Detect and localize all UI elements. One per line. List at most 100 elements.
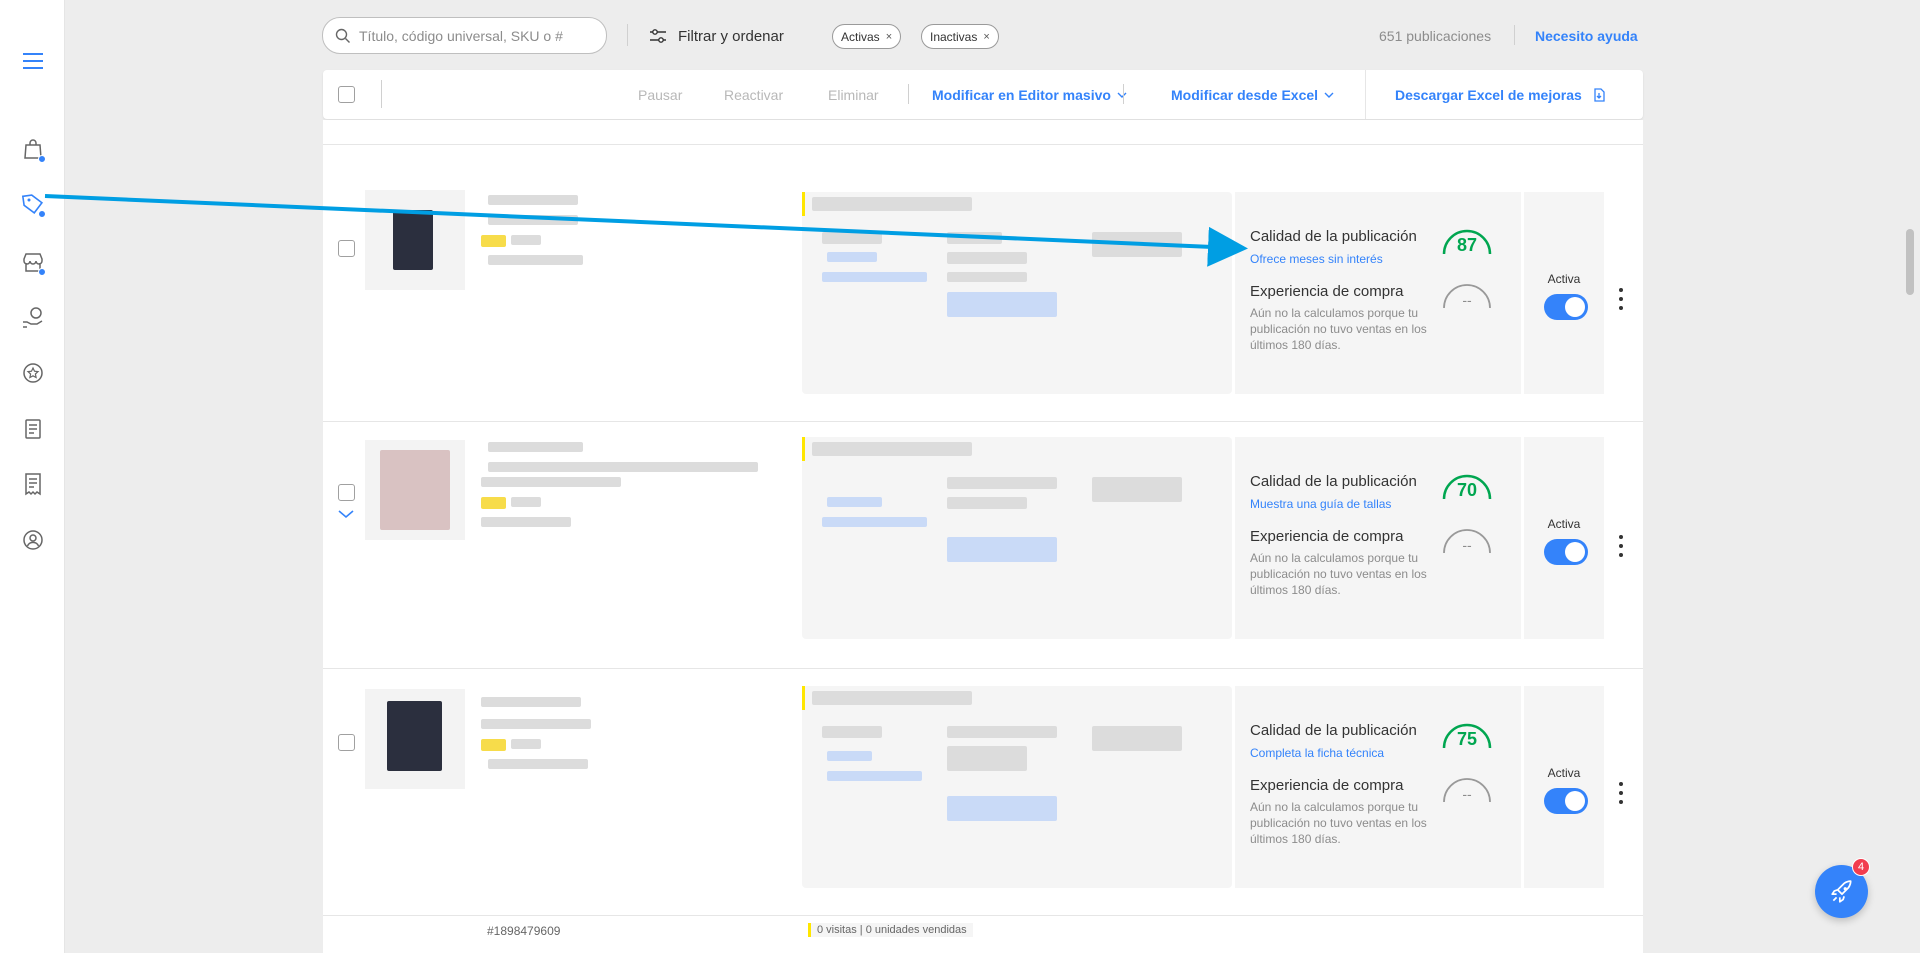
row-checkbox[interactable] [338, 484, 355, 501]
status-box: Activa [1524, 437, 1604, 639]
experience-description: Aún no la calculamos porque tu publicaci… [1250, 306, 1427, 352]
experience-score: -- [1462, 292, 1472, 308]
money-hand-icon[interactable] [19, 304, 47, 332]
experience-score: -- [1462, 537, 1472, 553]
listing-row: Calidad de la publicación Ofrece meses s… [323, 175, 1643, 422]
chip-label: Inactivas [930, 29, 978, 44]
listing-info-box [802, 686, 1232, 888]
notification-badge: 4 [1852, 858, 1870, 876]
active-toggle[interactable] [1544, 539, 1588, 565]
status-label: Activa [1547, 766, 1581, 780]
experience-title: Experiencia de compra [1250, 528, 1404, 545]
close-icon[interactable]: × [886, 31, 892, 43]
notification-dot [38, 155, 46, 163]
listing-id: #1898479609 [487, 924, 561, 938]
modify-from-excel-dropdown[interactable]: Modificar desde Excel [1171, 87, 1334, 103]
quality-score: 70 [1456, 480, 1478, 500]
product-thumbnail[interactable] [365, 689, 465, 789]
quality-score: 87 [1456, 235, 1478, 255]
sidebar [0, 0, 65, 953]
bulk-editor-dropdown[interactable]: Modificar en Editor masivo [932, 87, 1127, 103]
checklist-icon[interactable] [19, 415, 47, 443]
shopping-bag-icon[interactable] [19, 135, 47, 163]
status-box: Activa [1524, 686, 1604, 888]
store-icon[interactable] [19, 248, 47, 276]
experience-score-gauge: -- [1440, 772, 1494, 808]
experience-title: Experiencia de compra [1250, 777, 1404, 794]
more-options-icon[interactable] [1618, 782, 1624, 804]
quality-title: Calidad de la publicación [1250, 722, 1417, 739]
active-toggle[interactable] [1544, 294, 1588, 320]
document-download-icon [1594, 88, 1605, 102]
quality-title: Calidad de la publicación [1250, 228, 1417, 245]
more-options-icon[interactable] [1618, 535, 1624, 557]
status-box: Activa [1524, 192, 1604, 394]
experience-title: Experiencia de compra [1250, 283, 1404, 300]
listings-panel: Calidad de la publicación Ofrece meses s… [323, 120, 1643, 953]
tag-icon[interactable] [19, 190, 47, 218]
quality-box: Calidad de la publicación Ofrece meses s… [1235, 192, 1521, 394]
delete-button[interactable]: Eliminar [828, 87, 879, 103]
bulk-editor-label: Modificar en Editor masivo [932, 87, 1111, 103]
status-label: Activa [1547, 272, 1581, 286]
search-icon [335, 28, 350, 43]
listing-stats: 0 visitas | 0 unidades vendidas [808, 923, 973, 937]
chevron-down-icon [1117, 92, 1127, 98]
download-excel-button[interactable]: Descargar Excel de mejoras [1395, 87, 1606, 103]
download-excel-label: Descargar Excel de mejoras [1395, 87, 1582, 103]
filter-sort-button[interactable]: Filtrar y ordenar [648, 24, 784, 48]
listing-info-box [802, 437, 1232, 639]
product-thumbnail[interactable] [365, 190, 465, 290]
row-checkbox[interactable] [338, 240, 355, 257]
listing-row-partial [323, 120, 1643, 145]
help-link[interactable]: Necesito ayuda [1535, 28, 1638, 44]
chevron-down-icon[interactable] [336, 507, 356, 521]
close-icon[interactable]: × [983, 31, 989, 43]
filter-sort-label: Filtrar y ordenar [678, 27, 784, 45]
rocket-icon [1830, 879, 1852, 903]
quality-title: Calidad de la publicación [1250, 473, 1417, 490]
listing-info-box [802, 192, 1232, 394]
user-circle-icon[interactable] [19, 526, 47, 554]
sliders-icon [650, 29, 666, 43]
pause-button[interactable]: Pausar [638, 87, 682, 103]
quality-score: 75 [1456, 729, 1478, 749]
experience-score-gauge: -- [1440, 523, 1494, 559]
divider [1123, 84, 1124, 104]
divider [381, 80, 382, 108]
experience-description: Aún no la calculamos porque tu publicaci… [1250, 551, 1427, 597]
menu-icon[interactable] [19, 47, 47, 75]
quality-score-gauge: 70 [1440, 469, 1494, 505]
scrollbar-thumb[interactable] [1906, 229, 1914, 295]
listing-row: Calidad de la publicación Completa la fi… [323, 669, 1643, 916]
product-thumbnail[interactable] [365, 440, 465, 540]
more-options-icon[interactable] [1618, 288, 1624, 310]
divider [1365, 70, 1366, 119]
quality-score-gauge: 87 [1440, 224, 1494, 260]
row-checkbox[interactable] [338, 734, 355, 751]
quality-tip-link[interactable]: Ofrece meses sin interés [1250, 252, 1383, 266]
quality-tip-link[interactable]: Completa la ficha técnica [1250, 746, 1384, 760]
experience-score: -- [1462, 786, 1472, 802]
star-badge-icon[interactable] [19, 359, 47, 387]
search-input[interactable] [359, 27, 599, 44]
divider [908, 84, 909, 104]
experience-description: Aún no la calculamos porque tu publicaci… [1250, 800, 1427, 846]
listing-row-partial: #1898479609 0 visitas | 0 unidades vendi… [323, 916, 1643, 953]
filter-chip-activas[interactable]: Activas × [832, 24, 902, 49]
chevron-down-icon [1324, 92, 1334, 98]
select-all-checkbox[interactable] [338, 86, 355, 103]
quality-box: Calidad de la publicación Completa la fi… [1235, 686, 1521, 888]
divider [627, 24, 628, 46]
divider [1514, 25, 1515, 45]
experience-score-gauge: -- [1440, 278, 1494, 314]
quality-score-gauge: 75 [1440, 718, 1494, 754]
quality-box: Calidad de la publicación Muestra una gu… [1235, 437, 1521, 639]
reactivate-button[interactable]: Reactivar [724, 87, 783, 103]
quality-tip-link[interactable]: Muestra una guía de tallas [1250, 497, 1391, 511]
active-toggle[interactable] [1544, 788, 1588, 814]
search-box[interactable] [322, 17, 607, 54]
filter-chip-inactivas[interactable]: Inactivas × [921, 24, 999, 49]
notification-dot [38, 210, 46, 218]
receipt-icon[interactable] [19, 470, 47, 498]
